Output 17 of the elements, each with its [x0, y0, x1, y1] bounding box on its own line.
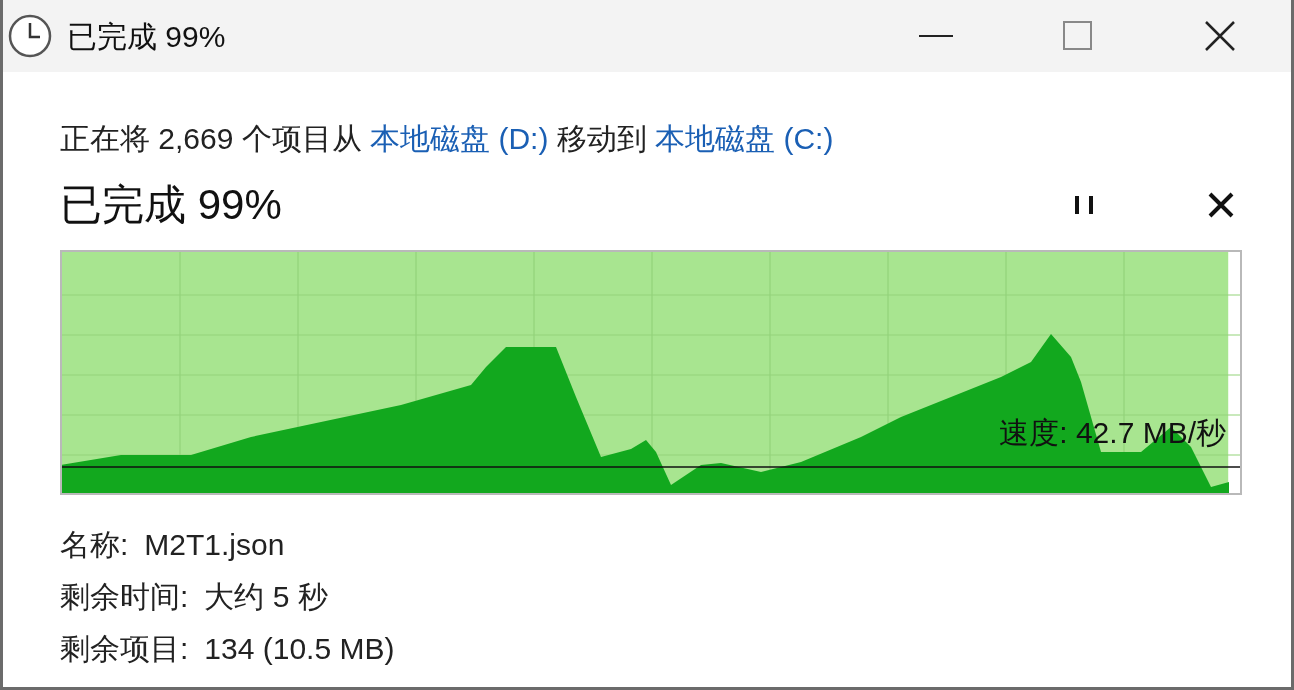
- detail-value: 134 (10.5 MB): [204, 631, 395, 667]
- clock-icon: [7, 13, 53, 59]
- minimize-icon: [919, 34, 953, 38]
- window-title: 已完成 99%: [67, 18, 226, 55]
- source-link[interactable]: 本地磁盘 (D:): [370, 122, 549, 155]
- close-icon: [1204, 20, 1236, 52]
- transfer-description: 正在将 2,669 个项目从 本地磁盘 (D:) 移动到 本地磁盘 (C:): [60, 121, 835, 157]
- pause-icon: [1073, 193, 1095, 216]
- detail-value: M2T1.json: [144, 527, 285, 563]
- destination-link[interactable]: 本地磁盘 (C:): [655, 122, 834, 155]
- cancel-icon: [1207, 190, 1235, 219]
- detail-value: 大约 5 秒: [204, 579, 328, 615]
- detail-label: 剩余项目:: [60, 631, 189, 667]
- progress-heading: 已完成 99%: [60, 180, 282, 230]
- detail-label: 剩余时间:: [60, 579, 189, 615]
- detail-label: 名称:: [60, 527, 129, 563]
- maximize-icon: [1063, 21, 1093, 51]
